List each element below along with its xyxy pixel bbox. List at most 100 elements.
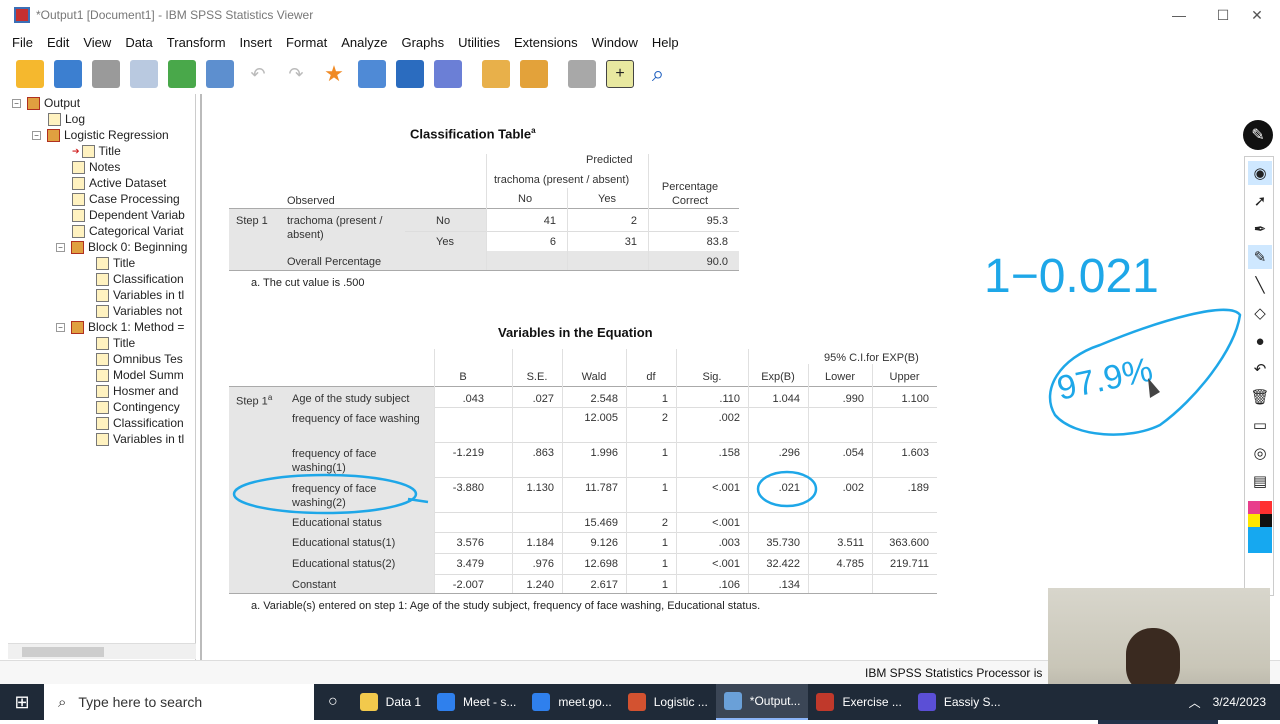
- designate-window-icon[interactable]: +: [606, 60, 634, 88]
- taskbar-app-button[interactable]: Meet - s...: [429, 684, 524, 720]
- redo-icon[interactable]: ↷: [282, 60, 310, 88]
- menu-analyze[interactable]: Analyze: [341, 35, 387, 50]
- trash-icon[interactable]: 🗑: [1248, 385, 1272, 409]
- outline-item[interactable]: − Output: [12, 95, 80, 111]
- menu-extensions[interactable]: Extensions: [514, 35, 578, 50]
- menu-edit[interactable]: Edit: [47, 35, 69, 50]
- black-swatch[interactable]: [1260, 514, 1272, 527]
- menu-insert[interactable]: Insert: [240, 35, 273, 50]
- menu-format[interactable]: Format: [286, 35, 327, 50]
- open-folder-icon[interactable]: [16, 60, 44, 88]
- current-item-arrow-icon: ➔: [72, 145, 80, 156]
- outline-item[interactable]: Variables in tl: [96, 431, 184, 447]
- line-icon[interactable]: ╲: [1248, 273, 1272, 297]
- outline-item[interactable]: ➔ Title: [72, 143, 121, 159]
- insert-variable-icon[interactable]: [434, 60, 462, 88]
- print-preview-icon[interactable]: [130, 60, 158, 88]
- outline-item[interactable]: Log: [48, 111, 85, 127]
- outline-item[interactable]: Variables in tl: [96, 287, 184, 303]
- cortana-icon[interactable]: ○: [314, 684, 352, 720]
- output-page-icon: [72, 160, 85, 174]
- eye-icon[interactable]: ◉: [1248, 161, 1272, 185]
- windows-start-icon[interactable]: ⊞: [0, 684, 44, 720]
- outline-item[interactable]: Title: [96, 255, 135, 271]
- equation-cell: .110: [719, 393, 740, 405]
- outline-item[interactable]: Dependent Variab: [72, 207, 185, 223]
- insert-cases-icon[interactable]: [396, 60, 424, 88]
- undo-icon[interactable]: ↶: [244, 60, 272, 88]
- close-button[interactable]: ✕: [1234, 0, 1280, 30]
- outline-item[interactable]: − Block 0: Beginning: [56, 239, 187, 255]
- pen-icon[interactable]: ✒: [1248, 217, 1272, 241]
- collapse-toggle-icon[interactable]: −: [56, 322, 65, 332]
- eraser-icon[interactable]: ◇: [1248, 301, 1272, 325]
- outline-item[interactable]: Omnibus Tes: [96, 351, 183, 367]
- outline-item[interactable]: − Logistic Regression: [32, 127, 169, 143]
- search-icon[interactable]: ⌕: [644, 60, 672, 88]
- outline-item[interactable]: Categorical Variat: [72, 223, 184, 239]
- cursor-icon[interactable]: ➚: [1248, 189, 1272, 213]
- save-icon[interactable]: [54, 60, 82, 88]
- magenta-swatch[interactable]: [1248, 501, 1260, 514]
- taskbar-search-box[interactable]: ⌕ Type here to search: [44, 684, 314, 720]
- color-swatches[interactable]: [1248, 501, 1272, 553]
- collapse-toggle-icon[interactable]: −: [56, 242, 65, 252]
- insert-heading-icon[interactable]: [520, 60, 548, 88]
- cyan-swatch[interactable]: [1248, 527, 1272, 553]
- camera-icon[interactable]: ◎: [1248, 441, 1272, 465]
- insert-output-icon[interactable]: [568, 60, 596, 88]
- taskbar-app-button[interactable]: *Output...: [715, 684, 809, 720]
- outline-item[interactable]: Classification: [96, 271, 184, 287]
- split-file-icon[interactable]: [482, 60, 510, 88]
- undo-annotation-icon[interactable]: ↶: [1248, 357, 1272, 381]
- menu-graphs[interactable]: Graphs: [401, 35, 444, 50]
- goto-case-icon[interactable]: [358, 60, 386, 88]
- equation-cell: <.001: [712, 558, 740, 570]
- menu-view[interactable]: View: [83, 35, 111, 50]
- menu-transform[interactable]: Transform: [167, 35, 226, 50]
- taskbar-app-button[interactable]: Logistic ...: [620, 684, 716, 720]
- collapse-toggle-icon[interactable]: −: [12, 98, 21, 108]
- taskbar-app-button[interactable]: meet.go...: [524, 684, 619, 720]
- menu-window[interactable]: Window: [592, 35, 638, 50]
- tray-chevron-icon[interactable]: ︿: [1189, 694, 1201, 711]
- outline-item[interactable]: Contingency: [96, 399, 180, 415]
- outline-item[interactable]: Active Dataset: [72, 175, 166, 191]
- equation-table-title: Variables in the Equation: [498, 325, 653, 340]
- outline-item[interactable]: Notes: [72, 159, 120, 175]
- print-icon[interactable]: [92, 60, 120, 88]
- goto-data-icon[interactable]: ★: [320, 60, 348, 88]
- outline-item[interactable]: Title: [96, 335, 135, 351]
- taskbar-app-button[interactable]: Exercise ...: [808, 684, 909, 720]
- outline-item[interactable]: Case Processing: [72, 191, 180, 207]
- recall-dialog-icon[interactable]: [206, 60, 234, 88]
- menu-help[interactable]: Help: [652, 35, 679, 50]
- collapse-toggle-icon[interactable]: −: [32, 130, 41, 140]
- col-divider: [808, 364, 809, 593]
- annotation-pen-logo-icon[interactable]: ✎: [1243, 120, 1273, 150]
- outline-item[interactable]: Classification: [96, 415, 184, 431]
- red-swatch[interactable]: [1260, 501, 1272, 514]
- outline-item[interactable]: Variables not: [96, 303, 182, 319]
- output-contents-pane: Classification Tablea Predicted trachoma…: [200, 94, 1280, 660]
- outline-scroll-thumb[interactable]: [22, 647, 104, 657]
- dot-icon[interactable]: ●: [1248, 329, 1272, 353]
- outline-item[interactable]: − Block 1: Method =: [56, 319, 184, 335]
- minimize-button[interactable]: —: [1156, 0, 1202, 30]
- outline-scrollbar[interactable]: [8, 643, 196, 659]
- classification-footnote: a. The cut value is .500: [251, 277, 365, 289]
- taskbar-app-button[interactable]: Data 1: [352, 684, 429, 720]
- menu-bar: File Edit View Data Transform Insert For…: [0, 30, 1280, 54]
- outline-item[interactable]: Hosmer and: [96, 383, 178, 399]
- whiteboard-icon[interactable]: ▭: [1248, 413, 1272, 437]
- menu-data[interactable]: Data: [125, 35, 152, 50]
- export-icon[interactable]: [168, 60, 196, 88]
- yellow-swatch[interactable]: [1248, 514, 1260, 527]
- taskbar-app-button[interactable]: Eassiy S...: [910, 684, 1009, 720]
- clipboard-icon[interactable]: ▤: [1248, 469, 1272, 493]
- outline-item[interactable]: Model Summ: [96, 367, 184, 383]
- highlighter-icon[interactable]: ✎: [1248, 245, 1272, 269]
- menu-utilities[interactable]: Utilities: [458, 35, 500, 50]
- menu-file[interactable]: File: [12, 35, 33, 50]
- equation-cell: -3.880: [452, 482, 484, 494]
